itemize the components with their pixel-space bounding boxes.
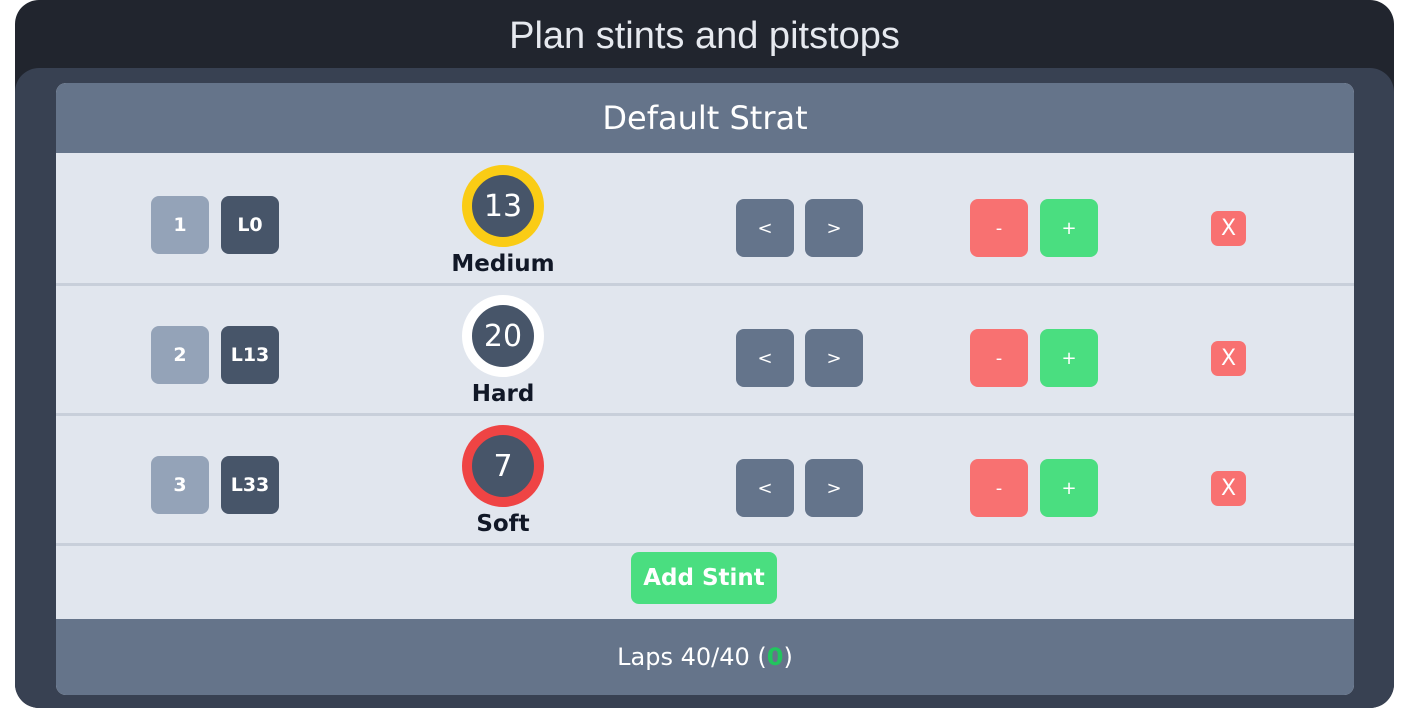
tyre-compound-name: Soft — [476, 511, 530, 537]
add-stint-button[interactable]: Add Stint — [631, 552, 777, 604]
strategy-card: Default Strat 1 L0 13 Medium < > - + X 2… — [56, 83, 1354, 695]
tyre-life: 7 — [493, 448, 513, 484]
tyre: 13 Medium — [446, 165, 560, 277]
tyre-compound-name: Medium — [451, 251, 555, 277]
stint-start-lap: L13 — [221, 326, 279, 384]
previous-compound-button[interactable]: < — [736, 459, 794, 517]
app-window: Plan stints and pitstops Default Strat 1… — [15, 0, 1394, 708]
tyre: 20 Hard — [446, 295, 560, 407]
stint-number: 1 — [151, 196, 209, 254]
tyre: 7 Soft — [446, 425, 560, 537]
increase-laps-button[interactable]: + — [1040, 329, 1098, 387]
previous-compound-button[interactable]: < — [736, 329, 794, 387]
stint-list: 1 L0 13 Medium < > - + X 2 L13 20 Hard <… — [56, 153, 1354, 546]
next-compound-button[interactable]: > — [805, 329, 863, 387]
stint-row: 1 L0 13 Medium < > - + X — [56, 153, 1354, 286]
delete-stint-button[interactable]: X — [1211, 211, 1246, 246]
laps-summary-prefix: Laps 40/40 ( — [617, 643, 767, 671]
app-title: Plan stints and pitstops — [509, 15, 900, 57]
decrease-laps-button[interactable]: - — [970, 459, 1028, 517]
decrease-laps-button[interactable]: - — [970, 329, 1028, 387]
previous-compound-button[interactable]: < — [736, 199, 794, 257]
tyre-compound-ring: 13 — [462, 165, 544, 247]
next-compound-button[interactable]: > — [805, 199, 863, 257]
laps-summary: Laps 40/40 (0) — [56, 619, 1354, 695]
strategy-name: Default Strat — [56, 83, 1354, 153]
add-stint-area: Add Stint — [56, 546, 1354, 614]
delete-stint-button[interactable]: X — [1211, 471, 1246, 506]
decrease-laps-button[interactable]: - — [970, 199, 1028, 257]
stint-row: 3 L33 7 Soft < > - + X — [56, 416, 1354, 546]
laps-difference: 0 — [766, 643, 784, 671]
strategy-panel: Default Strat 1 L0 13 Medium < > - + X 2… — [15, 68, 1394, 708]
increase-laps-button[interactable]: + — [1040, 199, 1098, 257]
stint-start-lap: L0 — [221, 196, 279, 254]
next-compound-button[interactable]: > — [805, 459, 863, 517]
delete-stint-button[interactable]: X — [1211, 341, 1246, 376]
tyre-compound-ring: 7 — [462, 425, 544, 507]
stint-number: 2 — [151, 326, 209, 384]
stint-start-lap: L33 — [221, 456, 279, 514]
stint-row: 2 L13 20 Hard < > - + X — [56, 286, 1354, 416]
tyre-life: 13 — [483, 188, 523, 224]
laps-summary-suffix: ) — [783, 643, 793, 671]
tyre-life: 20 — [483, 318, 523, 354]
tyre-compound-name: Hard — [471, 381, 535, 407]
stint-number: 3 — [151, 456, 209, 514]
tyre-compound-ring: 20 — [462, 295, 544, 377]
increase-laps-button[interactable]: + — [1040, 459, 1098, 517]
